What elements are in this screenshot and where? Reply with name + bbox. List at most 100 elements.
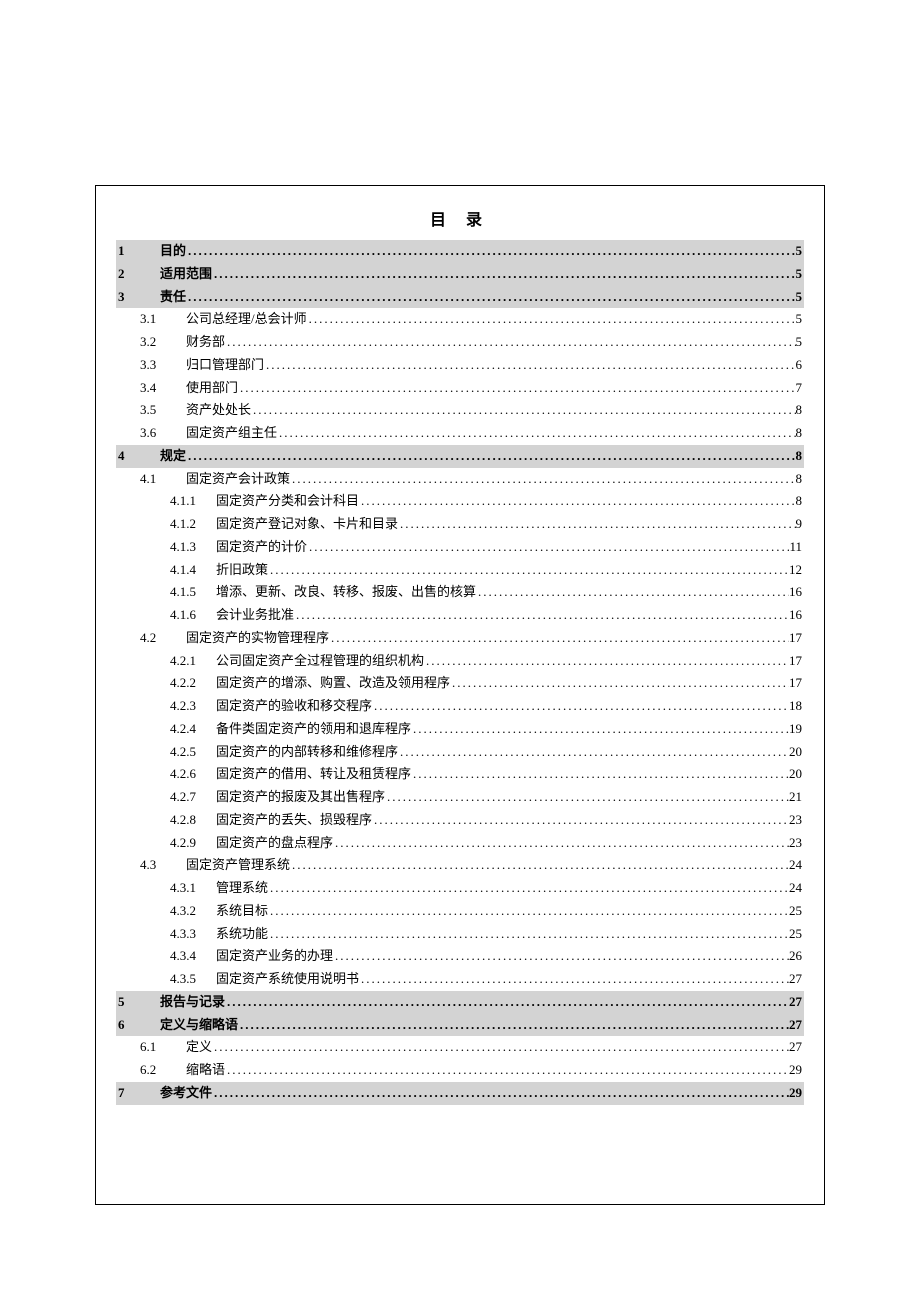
toc-number: 4.2.8 xyxy=(116,809,216,832)
toc-entry: 3.2财务部5 xyxy=(116,331,804,354)
toc-item-title: 系统目标 xyxy=(216,900,268,923)
document-page: 目 录 1目的52适用范围53责任53.1公司总经理/总会计师53.2财务部53… xyxy=(95,185,825,1205)
toc-item-title: 目的 xyxy=(160,240,186,263)
toc-page-number: 25 xyxy=(789,923,804,946)
toc-number: 4.1.2 xyxy=(116,513,216,536)
toc-number: 4.2 xyxy=(116,627,186,650)
toc-page-number: 23 xyxy=(789,809,804,832)
toc-page-number: 20 xyxy=(789,763,804,786)
toc-number: 3.1 xyxy=(116,308,186,331)
toc-entry: 5报告与记录27 xyxy=(116,991,804,1014)
toc-page-number: 18 xyxy=(789,695,804,718)
toc-number: 4.3.4 xyxy=(116,945,216,968)
toc-leader-dots xyxy=(264,354,795,377)
toc-number: 4.1.1 xyxy=(116,490,216,513)
toc-item-title: 规定 xyxy=(160,445,186,468)
toc-number: 1 xyxy=(116,240,160,263)
toc-item-title: 固定资产的盘点程序 xyxy=(216,832,333,855)
toc-item-title: 会计业务批准 xyxy=(216,604,294,627)
toc-item-title: 固定资产业务的办理 xyxy=(216,945,333,968)
toc-page-number: 26 xyxy=(789,945,804,968)
toc-page-number: 29 xyxy=(789,1059,804,1082)
toc-page-number: 8 xyxy=(796,422,805,445)
toc-entry: 4.2.3固定资产的验收和移交程序 18 xyxy=(116,695,804,718)
toc-leader-dots xyxy=(307,308,796,331)
toc-list: 1目的52适用范围53责任53.1公司总经理/总会计师53.2财务部53.3归口… xyxy=(116,240,804,1105)
toc-page-number: 8 xyxy=(796,468,805,491)
toc-entry: 4.2.1公司固定资产全过程管理的组织机构17 xyxy=(116,650,804,673)
toc-item-title: 固定资产的验收和移交程序 xyxy=(216,695,372,718)
toc-page-number: 5 xyxy=(796,308,805,331)
toc-leader-dots xyxy=(290,854,789,877)
toc-entry: 3.5资产处处长8 xyxy=(116,399,804,422)
toc-leader-dots xyxy=(268,923,789,946)
toc-leader-dots xyxy=(290,468,795,491)
toc-page-number: 5 xyxy=(796,286,805,309)
toc-number: 4.2.9 xyxy=(116,832,216,855)
toc-entry: 4.2.8固定资产的丢失、损毁程序23 xyxy=(116,809,804,832)
toc-page-number: 8 xyxy=(796,445,805,468)
toc-item-title: 固定资产的增添、购置、改造及领用程序 xyxy=(216,672,450,695)
toc-entry: 4.3.2系统目标25 xyxy=(116,900,804,923)
toc-leader-dots xyxy=(385,786,789,809)
toc-page-number: 11 xyxy=(789,536,804,559)
toc-page-number: 8 xyxy=(796,399,805,422)
toc-entry: 4.2.4备件类固定资产的领用和退库程序19 xyxy=(116,718,804,741)
toc-number: 4.3.3 xyxy=(116,923,216,946)
toc-item-title: 折旧政策 xyxy=(216,559,268,582)
toc-item-title: 固定资产登记对象、卡片和目录 xyxy=(216,513,398,536)
toc-entry: 4规定8 xyxy=(116,445,804,468)
toc-number: 4.2.6 xyxy=(116,763,216,786)
toc-item-title: 固定资产的借用、转让及租赁程序 xyxy=(216,763,411,786)
toc-entry: 4.2.2固定资产的增添、购置、改造及领用程序17 xyxy=(116,672,804,695)
toc-page-number: 5 xyxy=(796,263,805,286)
toc-item-title: 固定资产的计价 xyxy=(216,536,307,559)
toc-leader-dots xyxy=(333,945,789,968)
toc-item-title: 固定资产会计政策 xyxy=(186,468,290,491)
toc-entry: 3.6固定资产组主任8 xyxy=(116,422,804,445)
toc-number: 4.3 xyxy=(116,854,186,877)
toc-leader-dots xyxy=(268,877,789,900)
toc-number: 4.2.1 xyxy=(116,650,216,673)
toc-entry: 4.1固定资产会计政策8 xyxy=(116,468,804,491)
toc-page-number: 29 xyxy=(789,1082,804,1105)
toc-page-number: 5 xyxy=(796,240,805,263)
toc-leader-dots xyxy=(268,900,789,923)
toc-entry: 1目的 5 xyxy=(116,240,804,263)
toc-title: 目 录 xyxy=(116,206,804,230)
toc-number: 4.2.3 xyxy=(116,695,216,718)
toc-page-number: 27 xyxy=(789,968,804,991)
toc-number: 7 xyxy=(116,1082,160,1105)
toc-number: 2 xyxy=(116,263,160,286)
toc-leader-dots xyxy=(212,1036,789,1059)
toc-leader-dots xyxy=(225,991,789,1014)
toc-number: 6.2 xyxy=(116,1059,186,1082)
toc-item-title: 固定资产系统使用说明书 xyxy=(216,968,359,991)
toc-leader-dots xyxy=(225,331,795,354)
toc-leader-dots xyxy=(186,445,795,468)
toc-leader-dots xyxy=(411,718,789,741)
toc-item-title: 固定资产的报废及其出售程序 xyxy=(216,786,385,809)
toc-number: 4.3.5 xyxy=(116,968,216,991)
toc-leader-dots xyxy=(225,1059,789,1082)
toc-leader-dots xyxy=(476,581,789,604)
toc-leader-dots xyxy=(294,604,789,627)
toc-item-title: 公司总经理/总会计师 xyxy=(186,308,307,331)
toc-page-number: 6 xyxy=(796,354,805,377)
toc-leader-dots xyxy=(186,240,795,263)
toc-number: 3.3 xyxy=(116,354,186,377)
toc-item-title: 公司固定资产全过程管理的组织机构 xyxy=(216,650,424,673)
toc-item-title: 财务部 xyxy=(186,331,225,354)
toc-item-title: 责任 xyxy=(160,286,186,309)
toc-entry: 4.1.3固定资产的计价11 xyxy=(116,536,804,559)
toc-leader-dots xyxy=(359,968,789,991)
toc-item-title: 参考文件 xyxy=(160,1082,212,1105)
toc-number: 4.2.5 xyxy=(116,741,216,764)
toc-leader-dots xyxy=(398,741,789,764)
toc-page-number: 27 xyxy=(789,1036,804,1059)
toc-page-number: 25 xyxy=(789,900,804,923)
toc-page-number: 5 xyxy=(796,331,805,354)
toc-page-number: 27 xyxy=(789,1014,804,1037)
toc-leader-dots xyxy=(411,763,789,786)
toc-leader-dots xyxy=(238,1014,789,1037)
